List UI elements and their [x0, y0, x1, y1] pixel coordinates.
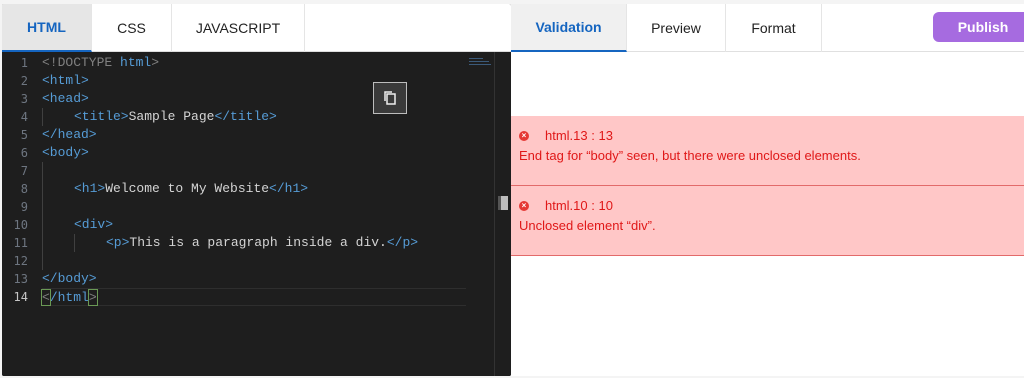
indent-guide [42, 162, 74, 180]
line-number: 1 [20, 56, 28, 70]
code-line: <div> [42, 216, 466, 234]
code-token: This is a paragraph inside a div. [129, 235, 387, 250]
code-line-current: </html> [41, 288, 466, 306]
tab-validation[interactable]: Validation [511, 4, 627, 52]
line-number: 2 [20, 74, 28, 88]
code-line [42, 252, 466, 270]
code-line [42, 162, 466, 180]
code-token: Sample Page [128, 109, 215, 124]
code-token: <div> [74, 217, 114, 232]
editor-scrollbar[interactable] [494, 52, 495, 376]
code-token: </body> [42, 271, 97, 286]
line-number: 6 [20, 146, 28, 160]
tab-javascript[interactable]: JAVASCRIPT [172, 4, 305, 52]
validation-error: × html.13 : 13 End tag for “body” seen, … [511, 116, 1024, 186]
line-number: 8 [20, 182, 28, 196]
code-token: /html [49, 290, 89, 305]
line-number: 7 [20, 164, 28, 178]
line-number: 12 [13, 254, 28, 268]
error-header: × html.10 : 10 [519, 198, 613, 213]
code-token: <html> [42, 73, 89, 88]
indent-guide [42, 198, 74, 216]
copy-button[interactable] [373, 82, 407, 114]
tab-css[interactable]: CSS [92, 4, 172, 52]
tab-html[interactable]: HTML [2, 4, 92, 52]
code-line [42, 198, 466, 216]
line-number: 4 [20, 110, 28, 124]
error-header: × html.13 : 13 [519, 128, 613, 143]
editor-tabs: HTML CSS JAVASCRIPT [2, 4, 511, 52]
indent-guide [42, 252, 74, 270]
indent-guide [42, 216, 74, 234]
line-gutter: 1 2 3 4 5 6 7 8 9 10 11 12 13 14 [2, 54, 36, 306]
line-number: 14 [13, 290, 28, 304]
code-token: </h1> [269, 181, 309, 196]
error-message: End tag for “body” seen, but there were … [519, 148, 861, 163]
output-panel: Validation Preview Format Publish × html… [511, 4, 1024, 376]
indent-guide [74, 234, 106, 252]
code-token: </title> [214, 109, 277, 124]
validation-error: × html.10 : 10 Unclosed element “div”. [511, 186, 1024, 256]
line-number: 5 [20, 128, 28, 142]
code-line: <p>This is a paragraph inside a div.</p> [42, 234, 466, 252]
line-number: 10 [13, 218, 28, 232]
code-token: <!DOCTYPE [42, 55, 121, 70]
code-token: <title> [74, 109, 129, 124]
code-token: </p> [386, 235, 419, 250]
error-location: html.13 : 13 [545, 128, 613, 143]
line-number: 9 [20, 200, 28, 214]
code-token: <p> [106, 235, 130, 250]
code-line: <h1>Welcome to My Website</h1> [42, 180, 466, 198]
code-token: <h1> [74, 181, 106, 196]
error-message: Unclosed element “div”. [519, 218, 656, 233]
indent-guide [42, 108, 74, 126]
code-line: </body> [42, 270, 466, 288]
code-token: html [120, 55, 152, 70]
code-token: > [87, 289, 98, 306]
code-line: </head> [42, 126, 466, 144]
panel-resize-handle[interactable] [498, 196, 508, 210]
code-line: <!DOCTYPE html> [42, 54, 466, 72]
publish-button[interactable]: Publish [933, 12, 1024, 42]
code-token: <body> [42, 145, 89, 160]
indent-guide [42, 180, 74, 198]
code-token: </head> [42, 127, 97, 142]
line-number: 3 [20, 92, 28, 106]
code-token: Welcome to My Website [105, 181, 270, 196]
code-editor[interactable]: 1 2 3 4 5 6 7 8 9 10 11 12 13 14 <!DOCTY… [2, 52, 511, 376]
code-token: <head> [42, 91, 89, 106]
code-token: > [151, 55, 160, 70]
indent-guide [42, 234, 74, 252]
code-token: < [41, 289, 51, 306]
line-number: 11 [13, 236, 28, 250]
minimap[interactable] [469, 58, 493, 68]
error-circle-icon: × [519, 200, 529, 211]
error-location: html.10 : 10 [545, 198, 613, 213]
tab-format[interactable]: Format [726, 4, 822, 52]
editor-panel: HTML CSS JAVASCRIPT 1 2 3 4 5 6 7 8 9 10… [2, 4, 511, 376]
copy-icon [384, 91, 396, 105]
tab-preview[interactable]: Preview [627, 4, 726, 52]
error-circle-icon: × [519, 130, 529, 141]
line-number: 13 [13, 272, 28, 286]
code-line: <body> [42, 144, 466, 162]
